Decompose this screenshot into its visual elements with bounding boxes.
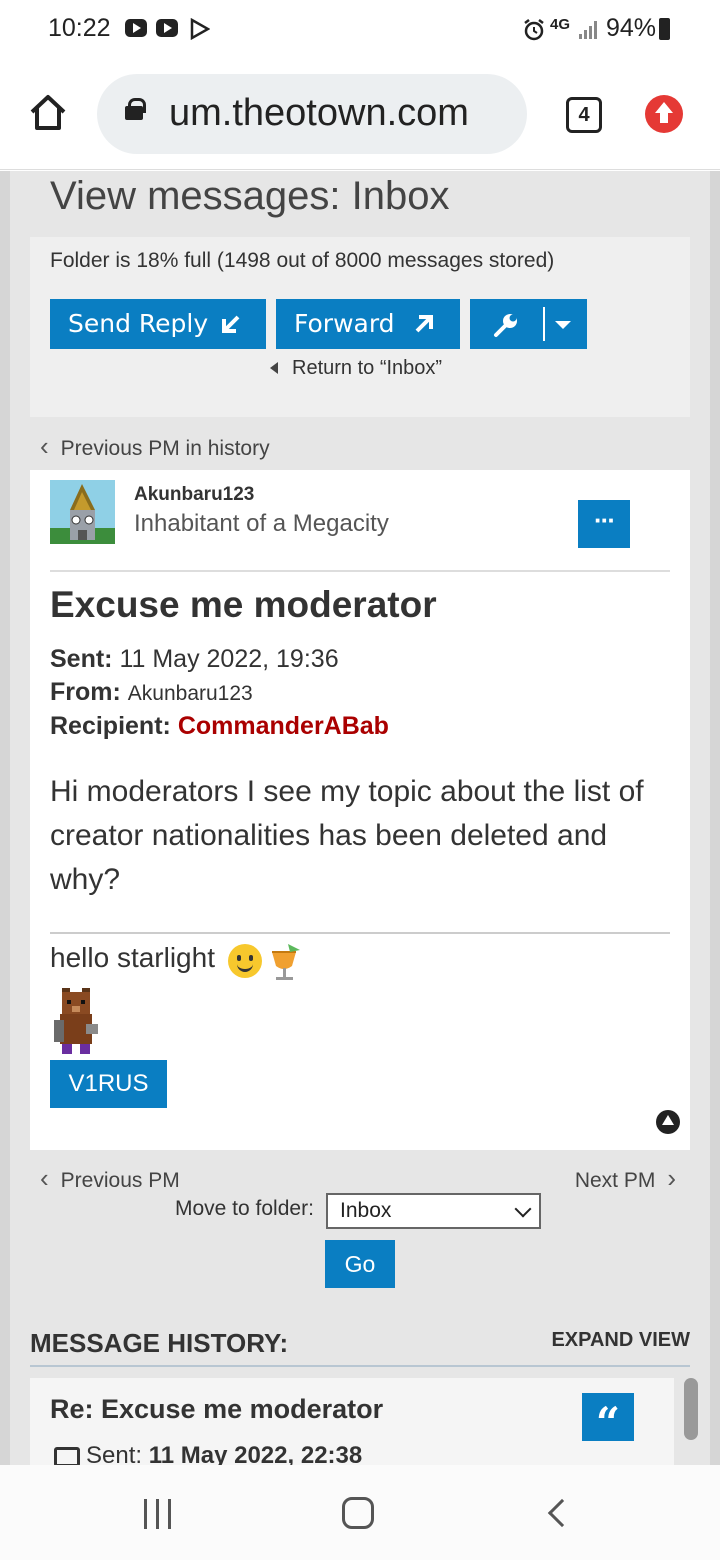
expand-view-link[interactable]: EXPAND VIEW (551, 1329, 690, 1352)
folder-select[interactable]: Inbox (326, 1193, 541, 1229)
lock-icon (125, 98, 146, 120)
signal-icon (579, 21, 597, 39)
next-pm-link[interactable]: Next PM › (575, 1163, 676, 1194)
chevron-right-icon: › (667, 1163, 676, 1193)
scrollbar[interactable] (684, 1378, 698, 1440)
sent-line: Sent: 11 May 2022, 19:36 (50, 645, 339, 674)
recipient-label: Recipient: (50, 712, 171, 740)
author-name[interactable]: Akunbaru123 (134, 484, 254, 506)
browser-toolbar: um.theotown.com 4 (0, 62, 720, 170)
youtube-notification-icon (125, 19, 147, 37)
signature-link-button[interactable]: V1RUS (50, 1060, 167, 1108)
bear-sprite-image (54, 988, 98, 1054)
author-rank: Inhabitant of a Megacity (134, 510, 389, 537)
history-item-subject[interactable]: Re: Excuse me moderator (50, 1394, 383, 1425)
chevron-down-icon (514, 1200, 532, 1218)
message-card: Akunbaru123 Inhabitant of a Megacity ···… (30, 470, 690, 1150)
chevron-left-icon: ‹ (40, 431, 49, 461)
home-button-icon[interactable] (342, 1497, 374, 1529)
history-item-sent: Sent: 11 May 2022, 22:38 (54, 1442, 362, 1465)
more-options-button[interactable]: ··· (578, 500, 630, 548)
post-icon (54, 1446, 80, 1465)
message-subject: Excuse me moderator (50, 584, 437, 625)
update-icon[interactable] (645, 95, 683, 133)
battery-icon (659, 18, 670, 40)
home-icon[interactable] (28, 92, 68, 132)
chevron-left-icon: ‹ (40, 1163, 49, 1193)
clock: 10:22 (48, 14, 111, 42)
back-to-top-icon[interactable] (656, 1110, 680, 1134)
cocktail-emoji-icon (272, 944, 300, 980)
previous-history-label: Previous PM in history (60, 437, 270, 460)
signature-divider (50, 932, 670, 934)
back-icon[interactable] (547, 1498, 577, 1528)
alarm-icon (524, 19, 544, 41)
folder-status: Folder is 18% full (1498 out of 8000 mes… (50, 249, 555, 272)
action-panel: Folder is 18% full (1498 out of 8000 mes… (30, 237, 690, 417)
return-to-inbox-link[interactable]: Return to “Inbox” (270, 357, 442, 380)
divider (543, 307, 545, 341)
divider (50, 570, 670, 572)
play-store-icon (190, 18, 210, 40)
tab-switcher-button[interactable]: 4 (566, 97, 602, 133)
previous-pm-label: Previous PM (60, 1169, 180, 1192)
quote-button[interactable]: “ (582, 1393, 634, 1447)
folder-select-value: Inbox (340, 1199, 392, 1222)
return-label: Return to “Inbox” (292, 357, 443, 379)
forward-label: Forward (294, 309, 395, 338)
smiley-emoji-icon (228, 944, 262, 978)
address-bar[interactable]: um.theotown.com (97, 74, 527, 154)
sent-label: Sent: (50, 645, 113, 673)
avatar[interactable] (50, 480, 115, 544)
system-navigation-bar (0, 1465, 720, 1560)
status-bar: 10:22 4G 94% (0, 0, 720, 62)
forum-page: View messages: Inbox Folder is 18% full … (0, 171, 720, 1465)
history-sent-value: 11 May 2022, 22:38 (148, 1442, 363, 1465)
recipient-line: Recipient: CommanderABab (50, 712, 389, 741)
recipient-value[interactable]: CommanderABab (178, 712, 389, 740)
send-reply-label: Send Reply (68, 309, 209, 338)
from-value[interactable]: Akunbaru123 (128, 682, 253, 705)
signature-text: hello starlight (50, 942, 215, 973)
divider (30, 1365, 690, 1367)
from-label: From: (50, 678, 121, 706)
url-text: um.theotown.com (169, 92, 469, 134)
history-item: Re: Excuse me moderator “ Sent: 11 May 2… (30, 1378, 674, 1465)
move-to-folder-label: Move to folder: (175, 1197, 314, 1220)
from-line: From: Akunbaru123 (50, 678, 253, 707)
send-reply-button[interactable]: Send Reply (50, 299, 266, 349)
forward-button[interactable]: Forward (276, 299, 460, 349)
history-sent-label: Sent: (86, 1442, 143, 1465)
sent-value: 11 May 2022, 19:36 (119, 645, 339, 673)
forward-arrow-icon (415, 315, 433, 333)
caret-down-icon (555, 321, 571, 329)
recent-apps-icon[interactable] (144, 1499, 174, 1529)
wrench-icon (494, 314, 517, 337)
go-button[interactable]: Go (325, 1240, 395, 1288)
youtube-notification-icon (156, 19, 178, 37)
tools-dropdown-button[interactable] (470, 299, 587, 349)
page-title: View messages: Inbox (50, 174, 450, 218)
reply-arrow-icon (222, 315, 240, 333)
battery-percent: 94% (606, 14, 657, 42)
next-pm-label: Next PM (574, 1169, 656, 1192)
caret-left-icon (270, 362, 278, 374)
message-history-title: MESSAGE HISTORY: (30, 1328, 289, 1358)
network-type: 4G (550, 16, 571, 33)
message-body: Hi moderators I see my topic about the l… (50, 775, 644, 896)
previous-pm-link[interactable]: ‹ Previous PM (40, 1163, 180, 1194)
previous-pm-in-history-link[interactable]: ‹ Previous PM in history (40, 431, 270, 462)
